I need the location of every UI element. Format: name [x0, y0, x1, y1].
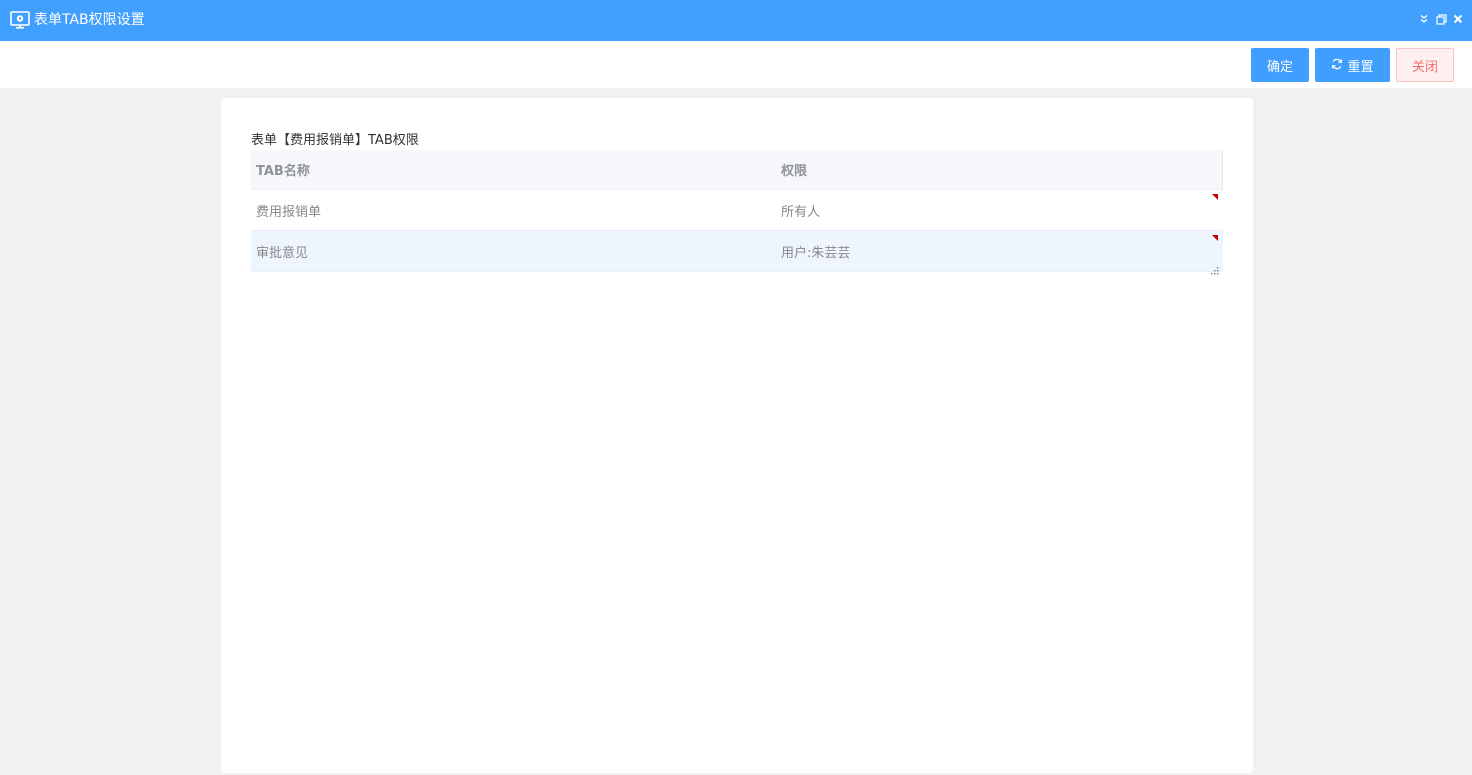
cell-tab-name: 审批意见: [256, 245, 309, 261]
cell-tab-name: 费用报销单: [256, 204, 322, 220]
window-title: 表单TAB权限设置: [34, 12, 145, 28]
modified-marker: [1212, 235, 1218, 241]
reset-button[interactable]: 重置: [1315, 48, 1390, 82]
grid-header-row: TAB名称 权限: [251, 150, 1223, 190]
close-button-label: 关闭: [1411, 58, 1438, 74]
confirm-button[interactable]: 确定: [1251, 48, 1309, 82]
window-titlebar: 表单TAB权限设置: [0, 0, 1472, 41]
refresh-icon: [1331, 58, 1343, 73]
content-panel: 表单【费用报销单】TAB权限 TAB名称 权限 费用报销单 所有人 审批意见 用…: [221, 98, 1253, 773]
close-icon[interactable]: [1452, 12, 1464, 26]
toolbar: 确定 重置 关闭: [0, 41, 1472, 88]
table-row[interactable]: 费用报销单 所有人: [251, 190, 1223, 231]
close-button[interactable]: 关闭: [1396, 48, 1454, 82]
reset-button-label: 重置: [1347, 58, 1374, 74]
restore-icon[interactable]: [1435, 12, 1447, 26]
table-row[interactable]: 审批意见 用户:朱芸芸: [251, 231, 1223, 275]
column-header-tab-name[interactable]: TAB名称: [256, 160, 310, 179]
modified-marker: [1212, 194, 1218, 200]
tab-permission-grid: TAB名称 权限 费用报销单 所有人 审批意见 用户:朱芸芸: [251, 150, 1223, 275]
resize-handle-icon[interactable]: [1211, 260, 1219, 275]
confirm-button-label: 确定: [1266, 58, 1293, 74]
monitor-gear-icon: [10, 11, 30, 30]
cell-permission[interactable]: 所有人: [781, 201, 820, 220]
cell-permission[interactable]: 用户:朱芸芸: [781, 242, 850, 261]
window-controls: [1418, 11, 1464, 27]
column-header-permission[interactable]: 权限: [781, 160, 807, 179]
panel-caption: 表单【费用报销单】TAB权限: [251, 133, 419, 148]
collapse-icon[interactable]: [1418, 12, 1430, 26]
